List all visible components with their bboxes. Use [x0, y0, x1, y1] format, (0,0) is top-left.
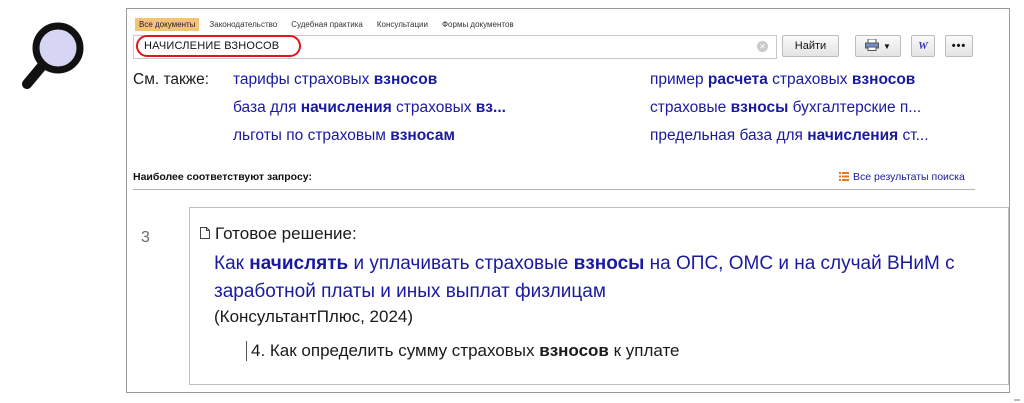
highlight-oval: [136, 35, 301, 57]
result-source: (КонсультантПлюс, 2024): [214, 307, 414, 326]
print-button[interactable]: ▼: [855, 35, 901, 57]
find-button[interactable]: Найти: [782, 35, 839, 57]
printer-icon: [865, 38, 880, 51]
see-also-link[interactable]: пример расчета страховых взносов: [650, 71, 915, 89]
document-icon: [200, 227, 210, 239]
more-button[interactable]: •••: [945, 35, 973, 57]
see-also-label: См. также:: [133, 71, 210, 88]
result-type: Готовое решение:: [215, 224, 357, 243]
see-also-link[interactable]: база для начисления страховых вз...: [233, 99, 506, 117]
divider: [133, 189, 975, 190]
result-title-link[interactable]: Как начислять и уплачивать страховые взн…: [214, 250, 974, 306]
clear-icon[interactable]: ✕: [757, 41, 768, 52]
list-icon: [839, 172, 849, 181]
result-subsection[interactable]: 4. Как определить сумму страховых взносо…: [246, 341, 680, 361]
chevron-down-icon: ▼: [883, 42, 891, 51]
search-input[interactable]: НАЧИСЛЕНИЕ ВЗНОСОВ ✕: [133, 35, 777, 59]
see-also-link[interactable]: предельная база для начисления ст...: [650, 127, 929, 145]
result-item: Готовое решение: Как начислять и уплачив…: [189, 207, 1009, 385]
see-also-link[interactable]: страховые взносы бухгалтерские п...: [650, 99, 921, 117]
tab-court-practice[interactable]: Судебная практика: [287, 18, 367, 31]
magnifier-icon: [22, 22, 84, 89]
result-number: 3: [141, 229, 150, 246]
all-results-link[interactable]: Все результаты поиска: [839, 171, 965, 183]
see-also-link[interactable]: тарифы страховых взносов: [233, 71, 437, 89]
tab-all-documents[interactable]: Все документы: [135, 18, 200, 31]
section-title: Наиболее соответствуют запросу:: [133, 171, 312, 183]
corner-mark: [1014, 399, 1020, 401]
search-panel: Все документы Законодательство Судебная …: [126, 8, 1010, 393]
tab-document-forms[interactable]: Формы документов: [438, 18, 518, 31]
word-export-button[interactable]: W: [911, 35, 935, 57]
see-also-link[interactable]: льготы по страховым взносам: [233, 127, 455, 145]
tab-legislation[interactable]: Законодательство: [205, 18, 281, 31]
search-tabs: Все документы Законодательство Судебная …: [135, 18, 518, 31]
tab-consultations[interactable]: Консультации: [373, 18, 432, 31]
